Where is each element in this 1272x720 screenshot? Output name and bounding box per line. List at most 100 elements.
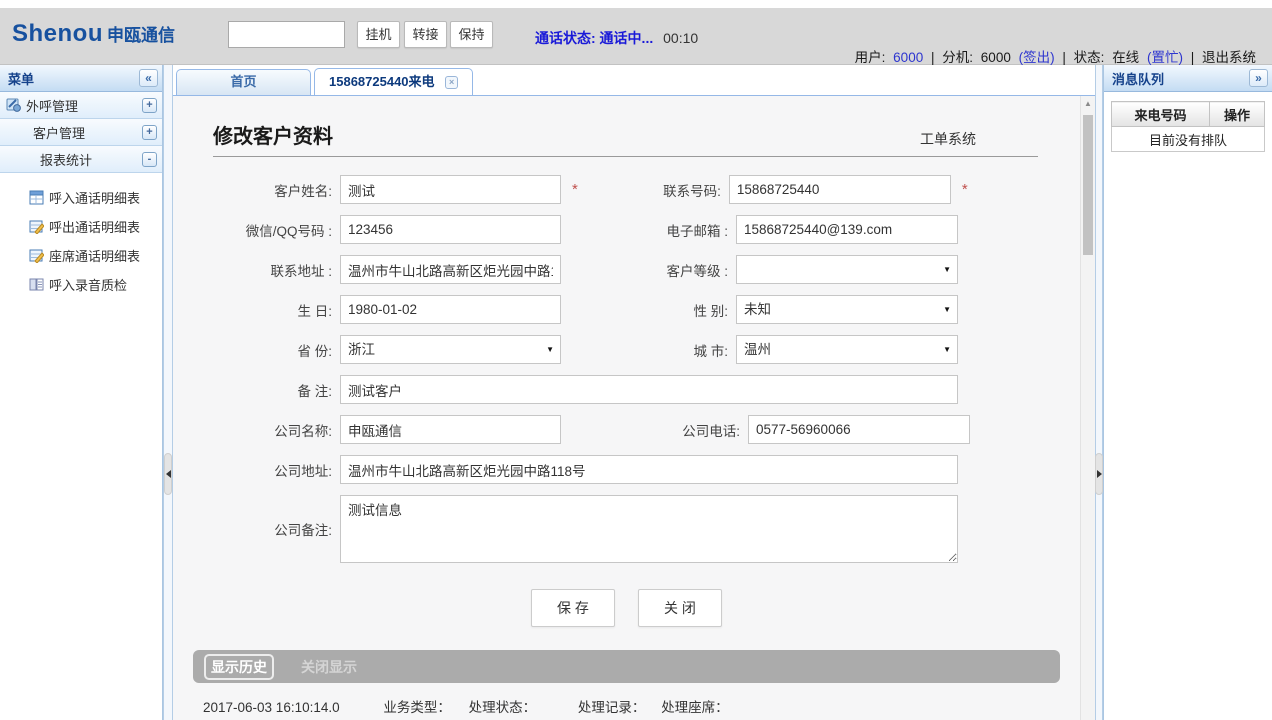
company-note-textarea[interactable]: 测试信息 — [340, 495, 958, 563]
status-label: 状态: — [1074, 50, 1105, 65]
history-timestamp: 2017-06-03 16:10:14.0 — [203, 700, 340, 715]
business-type-label: 业务类型： — [383, 700, 451, 715]
province-select[interactable]: 浙江 ▼ — [340, 335, 561, 364]
sign-out-link[interactable]: (签出) — [1019, 50, 1055, 65]
call-timer: 00:10 — [663, 30, 698, 46]
email-input[interactable] — [736, 215, 958, 244]
queue-body: 来电号码 操作 目前没有排队 — [1104, 92, 1272, 720]
contact-address-input[interactable] — [340, 255, 561, 284]
extension-value: 6000 — [981, 50, 1011, 65]
sidebar-group-label: 客户管理 — [33, 123, 142, 142]
sidebar-item-label: 呼入录音质检 — [49, 275, 127, 294]
handle-agent-label: 处理座席： — [661, 700, 729, 715]
collapse-left-handle[interactable] — [164, 453, 172, 495]
close-button[interactable]: 关 闭 — [638, 589, 722, 627]
sidebar-item-label: 座席通话明细表 — [49, 246, 140, 265]
hide-history-button[interactable]: 关闭显示 — [301, 657, 357, 677]
sidebar-item-inbound-recording-qc[interactable]: 呼入录音质检 — [0, 270, 162, 299]
wechat-qq-input[interactable] — [340, 215, 561, 244]
save-button[interactable]: 保 存 — [531, 589, 615, 627]
field-label: 公司电话: — [561, 420, 748, 440]
company-address-input[interactable] — [340, 455, 958, 484]
left-splitter[interactable] — [163, 65, 173, 720]
dial-number-input[interactable] — [228, 21, 345, 48]
user-label: 用户: — [855, 50, 886, 65]
sidebar-item-agent-call-detail[interactable]: 座席通话明细表 — [0, 241, 162, 270]
close-tab-icon[interactable]: × — [445, 76, 458, 89]
form-actions: 保 存 关 闭 — [173, 589, 1080, 627]
outbound-manage-icon — [6, 97, 22, 113]
extension-label: 分机: — [942, 50, 973, 65]
column-header-action: 操作 — [1209, 102, 1264, 127]
app-window: Shenou申瓯通信 挂机 转接 保持 通话状态: 通话中... 00:10 用… — [0, 0, 1272, 720]
scroll-up-icon[interactable]: ▲ — [1081, 99, 1095, 108]
field-label: 生 日: — [173, 300, 340, 320]
reports-group-body: 呼入通话明细表 呼出通话明细表 座席通话明细表 呼入录音质检 — [0, 173, 162, 305]
tab-home[interactable]: 首页 — [176, 69, 311, 95]
vertical-scrollbar[interactable]: ▲ — [1080, 96, 1095, 720]
queue-empty-text: 目前没有排队 — [1112, 127, 1265, 152]
sidebar-group-customers[interactable]: 客户管理 + — [0, 119, 162, 146]
right-splitter[interactable] — [1095, 65, 1103, 720]
customer-level-select[interactable]: ▼ — [736, 255, 958, 284]
form-header: 修改客户资料 工单系统 — [213, 120, 1038, 157]
form-row: 公司名称: 公司电话: — [173, 415, 1080, 444]
gender-select[interactable]: 未知 ▼ — [736, 295, 958, 324]
brand-logo: Shenou申瓯通信 — [12, 20, 175, 48]
hangup-button[interactable]: 挂机 — [357, 21, 400, 48]
sidebar-item-outbound-call-detail[interactable]: 呼出通话明细表 — [0, 212, 162, 241]
set-busy-link[interactable]: (置忙) — [1147, 50, 1183, 65]
user-info-bar: 用户: 6000 | 分机: 6000 (签出) | 状态: 在线 (置忙) |… — [851, 46, 1256, 66]
sidebar-group-reports[interactable]: 报表统计 - — [0, 146, 162, 173]
collapse-right-handle[interactable] — [1095, 453, 1103, 495]
birthday-input[interactable] — [340, 295, 561, 324]
table-row: 目前没有排队 — [1112, 127, 1265, 152]
company-name-input[interactable] — [340, 415, 561, 444]
note-input[interactable] — [340, 375, 958, 404]
hold-button[interactable]: 保持 — [450, 21, 493, 48]
work-order-link[interactable]: 工单系统 — [920, 129, 976, 149]
city-select[interactable]: 温州 ▼ — [736, 335, 958, 364]
company-phone-input[interactable] — [748, 415, 970, 444]
queue-table: 来电号码 操作 目前没有排队 — [1111, 101, 1265, 152]
field-label: 性 别: — [561, 300, 736, 320]
logout-link[interactable]: 退出系统 — [1202, 50, 1256, 65]
transfer-button[interactable]: 转接 — [404, 21, 447, 48]
triangle-left-icon — [166, 470, 171, 478]
logo-text-en: Shenou — [12, 20, 103, 47]
chevron-down-icon: ▼ — [546, 336, 554, 363]
contact-number-input[interactable] — [729, 175, 951, 204]
sidebar-group-label: 报表统计 — [40, 150, 142, 169]
menu-sidebar: 菜单 « 外呼管理 + 客户管理 + 报表统计 - 呼入通话明细表 — [0, 65, 163, 720]
sidebar-group-outbound[interactable]: 外呼管理 + — [0, 92, 162, 119]
call-status-text: 通话状态: 通话中... — [535, 30, 653, 46]
field-label: 联系号码: — [578, 180, 729, 200]
sidebar-group-label: 外呼管理 — [26, 96, 142, 115]
expand-group-icon[interactable]: + — [142, 125, 157, 140]
top-bar: Shenou申瓯通信 挂机 转接 保持 通话状态: 通话中... 00:10 用… — [0, 0, 1272, 65]
handle-status-label: 处理状态： — [469, 700, 537, 715]
sidebar-item-inbound-call-detail[interactable]: 呼入通话明细表 — [0, 183, 162, 212]
selected-value: 未知 — [744, 302, 771, 317]
scrollbar-thumb[interactable] — [1083, 115, 1093, 255]
history-toolbar: 显示历史 关闭显示 — [193, 650, 1060, 683]
collapse-group-icon[interactable]: - — [142, 152, 157, 167]
field-label: 省 份: — [173, 340, 340, 360]
form-row: 生 日: 性 别: 未知 ▼ — [173, 295, 1080, 324]
triangle-right-icon — [1097, 470, 1102, 478]
user-id-link[interactable]: 6000 — [893, 50, 923, 65]
expand-panel-icon[interactable]: » — [1249, 69, 1268, 87]
collapse-sidebar-icon[interactable]: « — [139, 69, 158, 87]
form-row: 省 份: 浙江 ▼ 城 市: 温州 ▼ — [173, 335, 1080, 364]
show-history-button[interactable]: 显示历史 — [204, 654, 274, 680]
customer-name-input[interactable] — [340, 175, 561, 204]
status-value: 在线 — [1112, 50, 1139, 65]
field-label: 微信/QQ号码 : — [173, 220, 340, 240]
field-label: 客户姓名: — [173, 180, 340, 200]
queue-panel-header: 消息队列 » — [1104, 65, 1272, 92]
form-row: 公司地址: — [173, 455, 1080, 484]
selected-value: 浙江 — [348, 342, 375, 357]
expand-group-icon[interactable]: + — [142, 98, 157, 113]
tab-incoming-call[interactable]: 15868725440来电 × — [314, 68, 473, 95]
column-header-caller: 来电号码 — [1112, 102, 1210, 127]
